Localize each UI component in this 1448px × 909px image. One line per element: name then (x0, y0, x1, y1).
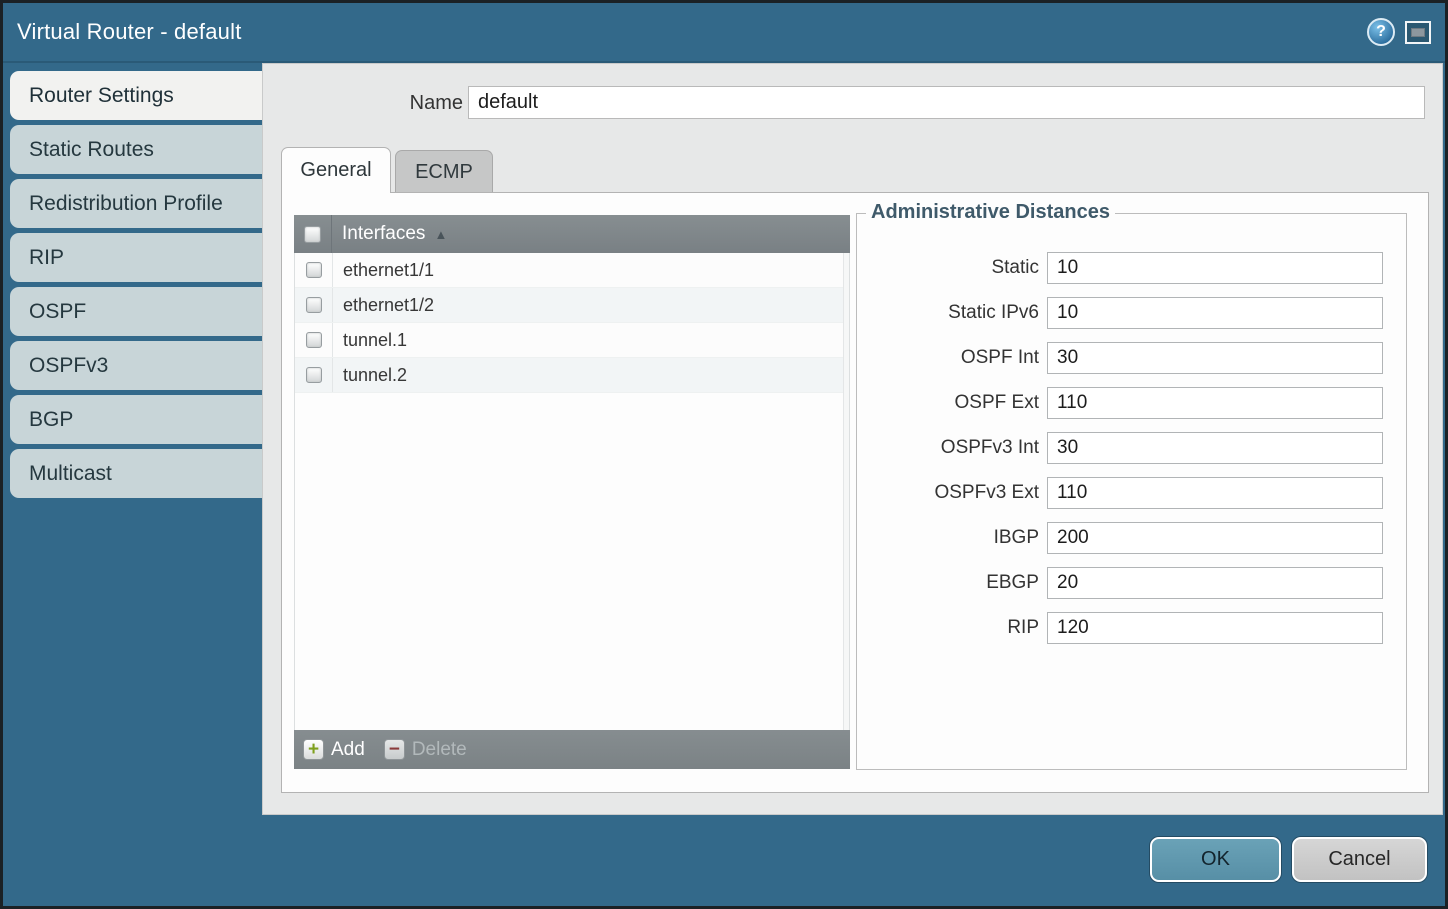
table-row[interactable]: ethernet1/1 (295, 253, 849, 288)
dialog-title: Virtual Router - default (17, 19, 242, 45)
window-restore-icon-inner (1411, 28, 1425, 37)
static-label: Static (857, 257, 1047, 279)
row-checkbox[interactable] (306, 332, 322, 348)
interfaces-table: Interfaces ▲ ethernet1/1 etherne (294, 215, 850, 769)
ospfv3-ext-label: OSPFv3 Ext (857, 482, 1047, 504)
row-checkbox[interactable] (306, 262, 322, 278)
interfaces-table-header[interactable]: Interfaces ▲ (294, 215, 850, 253)
sidebar: Router Settings Static Routes Redistribu… (10, 71, 263, 503)
field-row: OSPF Int (857, 342, 1406, 374)
tab-general[interactable]: General (281, 147, 391, 193)
help-icon[interactable]: ? (1367, 18, 1395, 46)
interfaces-column-header: Interfaces (342, 223, 425, 245)
delete-button-label: Delete (412, 739, 467, 761)
add-icon: + (303, 739, 324, 760)
interface-name: ethernet1/1 (343, 260, 434, 281)
administrative-distances-title: Administrative Distances (866, 201, 1115, 224)
add-button[interactable]: + Add (303, 739, 365, 761)
static-ipv6-label: Static IPv6 (857, 302, 1047, 324)
ospf-ext-input[interactable] (1047, 387, 1383, 419)
ospfv3-ext-input[interactable] (1047, 477, 1383, 509)
row-checkbox-cell (295, 253, 333, 287)
dialog-titlebar: Virtual Router - default ? (3, 3, 1445, 63)
ospfv3-int-input[interactable] (1047, 432, 1383, 464)
virtual-router-dialog: Virtual Router - default ? Router Settin… (0, 0, 1448, 909)
add-button-label: Add (331, 739, 365, 761)
sidebar-item-redistribution-profile[interactable]: Redistribution Profile (10, 179, 263, 228)
delete-icon: − (384, 739, 405, 760)
interface-name: tunnel.1 (343, 330, 407, 351)
field-row: OSPF Ext (857, 387, 1406, 419)
ibgp-input[interactable] (1047, 522, 1383, 554)
interfaces-table-body: ethernet1/1 ethernet1/2 tunnel.1 (294, 253, 850, 730)
field-row: OSPFv3 Ext (857, 477, 1406, 509)
row-checkbox-cell (295, 288, 333, 322)
row-checkbox[interactable] (306, 367, 322, 383)
field-row: RIP (857, 612, 1406, 644)
static-ipv6-input[interactable] (1047, 297, 1383, 329)
table-row[interactable]: tunnel.1 (295, 323, 849, 358)
row-checkbox-cell (295, 323, 333, 357)
field-row: OSPFv3 Int (857, 432, 1406, 464)
tab-ecmp[interactable]: ECMP (395, 150, 493, 194)
row-checkbox[interactable] (306, 297, 322, 313)
delete-button[interactable]: − Delete (384, 739, 467, 761)
ebgp-label: EBGP (857, 572, 1047, 594)
static-input[interactable] (1047, 252, 1383, 284)
cancel-button[interactable]: Cancel (1292, 837, 1427, 882)
field-row: Static (857, 252, 1406, 284)
name-label: Name (363, 92, 463, 115)
table-scrollbar[interactable] (843, 253, 849, 730)
ospf-int-label: OSPF Int (857, 347, 1047, 369)
rip-input[interactable] (1047, 612, 1383, 644)
field-row: IBGP (857, 522, 1406, 554)
titlebar-icons: ? (1367, 18, 1431, 46)
name-input[interactable] (468, 86, 1425, 119)
router-settings-panel: Name General ECMP Interfaces ▲ (262, 63, 1443, 815)
administrative-distances-group: Administrative Distances Static Static I… (856, 213, 1407, 770)
table-row[interactable]: ethernet1/2 (295, 288, 849, 323)
sidebar-item-bgp[interactable]: BGP (10, 395, 263, 444)
interface-name: ethernet1/2 (343, 295, 434, 316)
table-row[interactable]: tunnel.2 (295, 358, 849, 393)
select-all-cell (294, 215, 332, 253)
sidebar-item-ospf[interactable]: OSPF (10, 287, 263, 336)
sort-ascending-icon: ▲ (434, 227, 447, 242)
interface-name: tunnel.2 (343, 365, 407, 386)
sidebar-item-router-settings[interactable]: Router Settings (10, 71, 263, 120)
ospf-int-input[interactable] (1047, 342, 1383, 374)
rip-label: RIP (857, 617, 1047, 639)
select-all-checkbox[interactable] (304, 226, 321, 243)
sidebar-item-ospfv3[interactable]: OSPFv3 (10, 341, 263, 390)
sidebar-item-multicast[interactable]: Multicast (10, 449, 263, 498)
field-row: EBGP (857, 567, 1406, 599)
administrative-distances-fields: Static Static IPv6 OSPF Int OSPF Ext (857, 214, 1406, 644)
sidebar-item-static-routes[interactable]: Static Routes (10, 125, 263, 174)
ibgp-label: IBGP (857, 527, 1047, 549)
ospfv3-int-label: OSPFv3 Int (857, 437, 1047, 459)
field-row: Static IPv6 (857, 297, 1406, 329)
interfaces-table-footer: + Add − Delete (294, 730, 850, 769)
window-restore-icon[interactable] (1405, 21, 1431, 44)
sidebar-item-rip[interactable]: RIP (10, 233, 263, 282)
ospf-ext-label: OSPF Ext (857, 392, 1047, 414)
ebgp-input[interactable] (1047, 567, 1383, 599)
general-tab-content: Interfaces ▲ ethernet1/1 etherne (281, 192, 1429, 793)
row-checkbox-cell (295, 358, 333, 392)
ok-button[interactable]: OK (1150, 837, 1281, 882)
